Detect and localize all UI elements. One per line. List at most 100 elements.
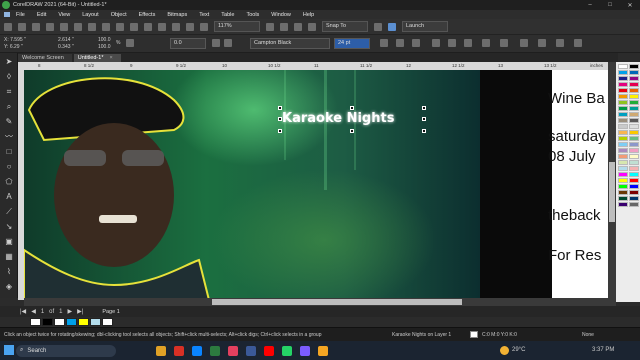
palette-swatch[interactable]	[618, 118, 628, 123]
palette-swatch[interactable]	[618, 136, 628, 141]
tab-untitled-1[interactable]: Untitled-1* ×	[73, 54, 121, 62]
edit-text-icon[interactable]	[500, 39, 508, 47]
cut-icon[interactable]	[74, 22, 82, 31]
zoom-level-select[interactable]: 117%	[214, 21, 260, 32]
scale-y-field[interactable]: 100.0	[98, 44, 111, 50]
menu-edit[interactable]: Edit	[37, 12, 46, 18]
palette-swatch[interactable]	[629, 76, 639, 81]
menu-view[interactable]: View	[58, 12, 70, 18]
side-text-line[interactable]: For Res	[548, 247, 601, 264]
polygon-tool-icon[interactable]: ⬠	[4, 177, 14, 187]
palette-swatch[interactable]	[629, 160, 639, 165]
guidelines-icon[interactable]	[294, 22, 302, 31]
palette-swatch[interactable]	[629, 106, 639, 111]
options-gear-icon[interactable]	[374, 22, 382, 31]
opentype-icon[interactable]	[538, 39, 546, 47]
bold-icon[interactable]	[380, 39, 388, 47]
prev-page-button[interactable]: ◀	[31, 308, 36, 315]
save-icon[interactable]	[32, 22, 40, 31]
selection-handle[interactable]	[350, 106, 354, 110]
document-palette-swatch[interactable]	[30, 318, 41, 326]
palette-swatch[interactable]	[629, 88, 639, 93]
rotation-angle-field[interactable]: 0.0	[170, 38, 206, 49]
snap-to-dropdown[interactable]: Snap To	[322, 21, 368, 32]
menu-effects[interactable]: Effects	[139, 12, 156, 18]
grid-icon[interactable]	[280, 22, 288, 31]
menu-table[interactable]: Table	[221, 12, 234, 18]
vertical-text-icon[interactable]	[556, 39, 564, 47]
edge-icon[interactable]	[192, 345, 202, 356]
pick-tool-icon[interactable]: ➤	[4, 57, 14, 67]
freehand-tool-icon[interactable]: ✎	[4, 117, 14, 127]
palette-swatch[interactable]	[618, 94, 628, 99]
mirror-vertical-icon[interactable]	[224, 39, 232, 47]
vertical-scrollbar[interactable]	[608, 62, 616, 298]
next-page-button[interactable]: ▶	[68, 308, 73, 315]
bullet-list-icon[interactable]	[448, 39, 456, 47]
selection-handle[interactable]	[422, 117, 426, 121]
italic-icon[interactable]	[396, 39, 404, 47]
full-screen-icon[interactable]	[200, 22, 208, 31]
start-icon[interactable]	[4, 345, 14, 355]
menu-text[interactable]: Text	[199, 12, 209, 18]
export-icon[interactable]	[172, 22, 180, 31]
palette-swatch[interactable]	[629, 94, 639, 99]
y-position-field[interactable]: Y: 6.29 "	[4, 44, 23, 50]
vertical-scroll-thumb[interactable]	[609, 162, 615, 222]
menu-bitmaps[interactable]: Bitmaps	[167, 12, 187, 18]
palette-swatch[interactable]	[629, 166, 639, 171]
width-field[interactable]: 2.614 "	[58, 37, 74, 43]
zoom-tool-icon[interactable]: ⌕	[4, 102, 14, 112]
document-palette-swatch[interactable]	[78, 318, 89, 326]
clock-time[interactable]: 3:37 PM	[592, 347, 614, 353]
palette-swatch[interactable]	[629, 118, 639, 123]
side-text-line[interactable]: 08 July	[548, 148, 596, 165]
connector-tool-icon[interactable]: ↘	[4, 222, 14, 232]
document-palette-swatch[interactable]	[42, 318, 53, 326]
paste-icon[interactable]	[102, 22, 110, 31]
palette-swatch[interactable]	[618, 178, 628, 183]
palette-swatch[interactable]	[618, 82, 628, 87]
palette-swatch[interactable]	[618, 172, 628, 177]
whatsapp-icon[interactable]	[282, 345, 292, 356]
underline-icon[interactable]	[412, 39, 420, 47]
menu-window[interactable]: Window	[271, 12, 291, 18]
rulers-icon[interactable]	[266, 22, 274, 31]
palette-swatch[interactable]	[618, 64, 628, 69]
horizontal-scrollbar[interactable]	[24, 298, 616, 306]
file-explorer-icon[interactable]	[156, 345, 166, 356]
selection-handle[interactable]	[278, 106, 282, 110]
app-icon[interactable]	[246, 345, 256, 356]
text-properties-icon[interactable]	[482, 39, 490, 47]
open-icon[interactable]	[18, 22, 26, 31]
palette-swatch[interactable]	[618, 142, 628, 147]
font-size-field[interactable]: 24 pt	[334, 38, 370, 49]
palette-swatch[interactable]	[618, 148, 628, 153]
maximize-button[interactable]: □	[600, 2, 620, 8]
copy-icon[interactable]	[88, 22, 96, 31]
palette-swatch[interactable]	[629, 178, 639, 183]
palette-swatch[interactable]	[618, 202, 628, 207]
chrome-icon[interactable]	[174, 345, 184, 356]
drop-shadow-icon[interactable]: ▣	[4, 237, 14, 247]
launch-dropdown[interactable]: Launch	[402, 21, 448, 32]
font-list-dropdown[interactable]: Campton Black	[250, 38, 330, 49]
palette-swatch[interactable]	[618, 88, 628, 93]
import-icon[interactable]	[158, 22, 166, 31]
ellipse-tool-icon[interactable]: ○	[4, 162, 14, 172]
palette-swatch[interactable]	[629, 112, 639, 117]
palette-swatch[interactable]	[618, 154, 628, 159]
app-icon[interactable]	[318, 345, 328, 356]
weather-icon[interactable]	[500, 346, 509, 355]
artistic-media-icon[interactable]: 〰	[4, 132, 14, 142]
x-position-field[interactable]: X: 7.595 "	[4, 37, 26, 43]
selection-handle[interactable]	[350, 129, 354, 133]
drop-cap-icon[interactable]	[464, 39, 472, 47]
selection-handle[interactable]	[422, 106, 426, 110]
horizontal-scroll-thumb[interactable]	[212, 299, 462, 305]
palette-swatch[interactable]	[618, 124, 628, 129]
app-icon[interactable]	[300, 345, 310, 356]
palette-swatch[interactable]	[629, 82, 639, 87]
palette-swatch[interactable]	[618, 112, 628, 117]
palette-swatch[interactable]	[618, 160, 628, 165]
